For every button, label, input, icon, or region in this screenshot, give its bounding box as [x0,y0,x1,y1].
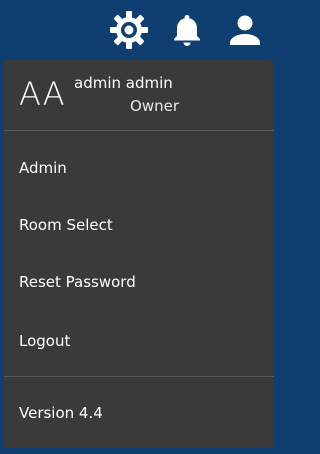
notification-bell-icon[interactable] [167,10,207,50]
settings-gear-icon[interactable] [109,10,149,50]
profile-header: AA admin admin Owner [4,60,274,130]
user-dropdown-menu: AA admin admin Owner Admin Room Select R… [4,60,274,448]
menu-item-admin[interactable]: Admin [19,158,67,178]
divider [4,130,274,131]
avatar-initials: AA [19,75,66,113]
menu-item-logout[interactable]: Logout [19,331,70,351]
menu-item-room-select[interactable]: Room Select [19,215,113,235]
user-role: Owner [130,97,179,115]
menu-item-reset-password[interactable]: Reset Password [19,272,136,292]
divider [4,376,274,377]
user-account-icon[interactable] [225,10,265,50]
user-name: admin admin [74,74,173,92]
version-label: Version 4.4 [19,404,103,422]
top-toolbar [0,0,278,60]
